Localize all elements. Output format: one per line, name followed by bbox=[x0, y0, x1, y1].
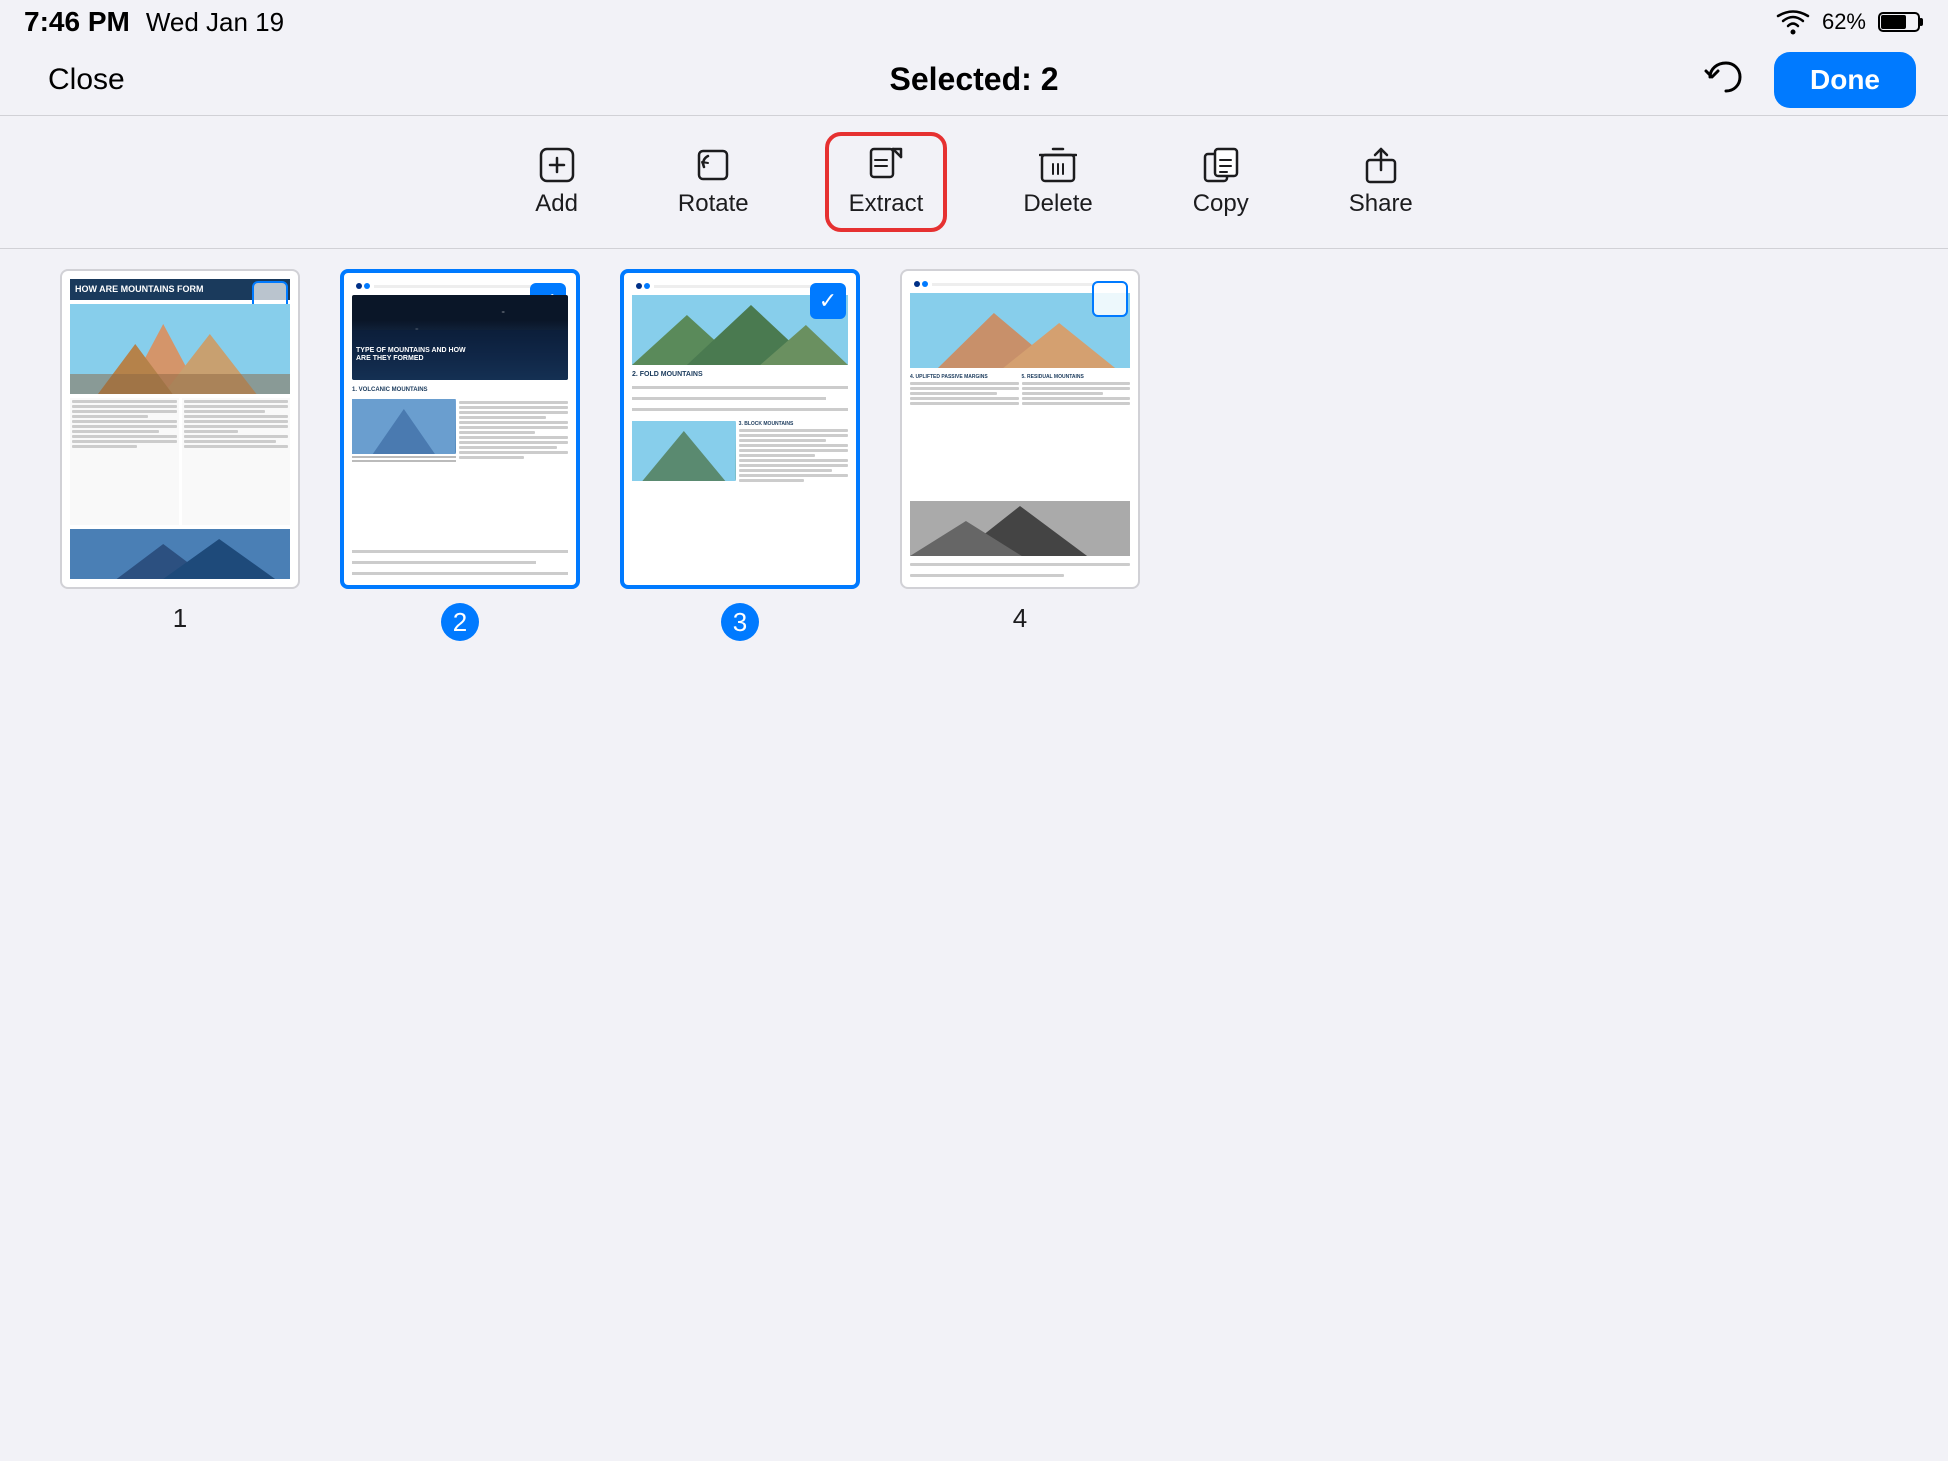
page-item-3[interactable]: ✓ 2. FOLD MOUNTA bbox=[620, 269, 860, 641]
share-button[interactable]: Share bbox=[1329, 136, 1433, 228]
add-label: Add bbox=[535, 190, 578, 218]
page-item-4[interactable]: 4. UPLIFTED PASSIVE MARGINS 5. RESIDUAL … bbox=[900, 269, 1140, 634]
status-bar: 7:46 PM Wed Jan 19 62% bbox=[0, 0, 1948, 44]
page-3-number: 3 bbox=[721, 603, 759, 641]
rotate-label: Rotate bbox=[678, 190, 749, 218]
page-4-bottom-image bbox=[910, 501, 1130, 556]
page-1-number: 1 bbox=[173, 603, 187, 634]
page-1-main-image bbox=[70, 304, 290, 394]
page-4-number: 4 bbox=[1013, 603, 1027, 634]
page-1-text-area bbox=[70, 398, 290, 525]
extract-button[interactable]: Extract bbox=[829, 136, 944, 228]
close-button[interactable]: Close bbox=[32, 55, 141, 105]
page-item-1[interactable]: HOW ARE MOUNTAINS FORM bbox=[60, 269, 300, 634]
extract-icon bbox=[867, 146, 905, 184]
page-3-checkbox[interactable]: ✓ bbox=[810, 283, 846, 319]
share-icon bbox=[1362, 146, 1400, 184]
add-button[interactable]: Add bbox=[515, 136, 598, 228]
page-1-bottom-image bbox=[70, 529, 290, 579]
share-label: Share bbox=[1349, 190, 1413, 218]
rotate-icon bbox=[694, 146, 732, 184]
page-3-section-title: 2. FOLD MOUNTAINS bbox=[632, 371, 848, 378]
page-thumbnail-1[interactable]: HOW ARE MOUNTAINS FORM bbox=[60, 269, 300, 589]
page-2-content: TYPE OF MOUNTAINS AND HOWARE THEY FORMED… bbox=[344, 273, 576, 585]
copy-icon bbox=[1202, 146, 1240, 184]
page-thumbnail-3[interactable]: ✓ 2. FOLD MOUNTA bbox=[620, 269, 860, 589]
page-item-2[interactable]: ✓ TYPE OF MOUNTAINS AND HOWARE THEY FORM… bbox=[340, 269, 580, 641]
page-2-number: 2 bbox=[441, 603, 479, 641]
delete-button[interactable]: Delete bbox=[1003, 136, 1112, 228]
page-3-content: 2. FOLD MOUNTAINS 3. BLOCK MOUNTAINS bbox=[624, 273, 856, 585]
rotate-button[interactable]: Rotate bbox=[658, 136, 769, 228]
undo-button[interactable] bbox=[1696, 51, 1750, 109]
status-time: 7:46 PM bbox=[24, 6, 130, 38]
add-icon bbox=[538, 146, 576, 184]
page-4-top-cols: 4. UPLIFTED PASSIVE MARGINS 5. RESIDUAL … bbox=[910, 372, 1130, 497]
battery-text: 62% bbox=[1822, 9, 1866, 35]
copy-button[interactable]: Copy bbox=[1173, 136, 1269, 228]
extract-label: Extract bbox=[849, 190, 924, 218]
page-2-section-title: 1. VOLCANIC MOUNTAINS bbox=[352, 387, 568, 393]
page-4-checkbox[interactable] bbox=[1092, 281, 1128, 317]
page-thumbnail-4[interactable]: 4. UPLIFTED PASSIVE MARGINS 5. RESIDUAL … bbox=[900, 269, 1140, 589]
nav-bar: Close Selected: 2 Done bbox=[0, 44, 1948, 116]
page-2-body-image bbox=[352, 399, 456, 454]
done-button[interactable]: Done bbox=[1774, 52, 1916, 108]
delete-label: Delete bbox=[1023, 190, 1092, 218]
battery-icon bbox=[1878, 10, 1924, 34]
page-2-cols bbox=[352, 399, 568, 544]
status-date: Wed Jan 19 bbox=[146, 7, 284, 38]
copy-label: Copy bbox=[1193, 190, 1249, 218]
page-4-content: 4. UPLIFTED PASSIVE MARGINS 5. RESIDUAL … bbox=[902, 271, 1138, 587]
page-3-cols: 3. BLOCK MOUNTAINS bbox=[632, 421, 848, 484]
page-title: Selected: 2 bbox=[890, 61, 1059, 98]
page-3-col-image bbox=[632, 421, 736, 481]
page-2-main-image: TYPE OF MOUNTAINS AND HOWARE THEY FORMED bbox=[352, 295, 568, 380]
page-1-content: HOW ARE MOUNTAINS FORM bbox=[62, 271, 298, 587]
delete-icon bbox=[1039, 146, 1077, 184]
page-thumbnail-2[interactable]: ✓ TYPE OF MOUNTAINS AND HOWARE THEY FORM… bbox=[340, 269, 580, 589]
status-right: 62% bbox=[1776, 9, 1924, 35]
pages-container: HOW ARE MOUNTAINS FORM bbox=[0, 249, 1948, 661]
wifi-icon bbox=[1776, 9, 1810, 35]
toolbar: Add Rotate Extract bbox=[0, 116, 1948, 248]
